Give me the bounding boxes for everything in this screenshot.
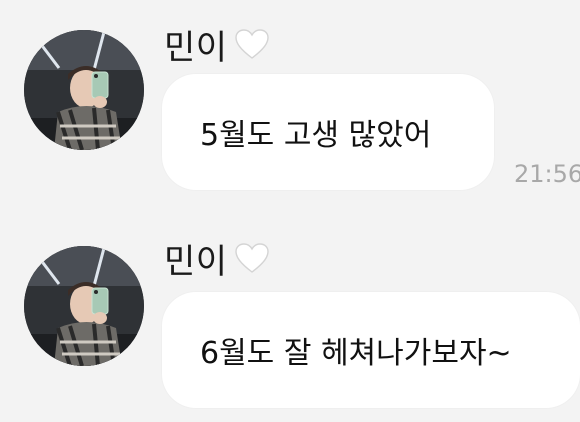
sender-name: 민이 (164, 27, 228, 68)
white-heart-icon (234, 28, 270, 60)
message-row: 민이 6월도 잘 헤쳐나가보자~ (0, 200, 580, 422)
message-bubble[interactable]: 6월도 잘 헤쳐나가보자~ (162, 292, 580, 408)
message-bubble[interactable]: 5월도 고생 많았어 (162, 74, 494, 190)
message-text: 6월도 잘 헤쳐나가보자~ (200, 336, 512, 371)
sender-row: 민이 (164, 22, 270, 68)
sender-row: 민이 (164, 236, 270, 282)
avatar[interactable] (24, 246, 144, 366)
chat-view: 민이 5월도 고생 많았어 21:56 민이 6월도 잘 헤쳐나가보자~ (0, 0, 580, 422)
avatar[interactable] (24, 30, 144, 150)
message-text: 5월도 고생 많았어 (200, 118, 432, 153)
message-row: 민이 5월도 고생 많았어 21:56 (0, 0, 580, 200)
message-timestamp: 21:56 (514, 160, 580, 188)
white-heart-icon (234, 242, 270, 274)
sender-name: 민이 (164, 241, 228, 282)
